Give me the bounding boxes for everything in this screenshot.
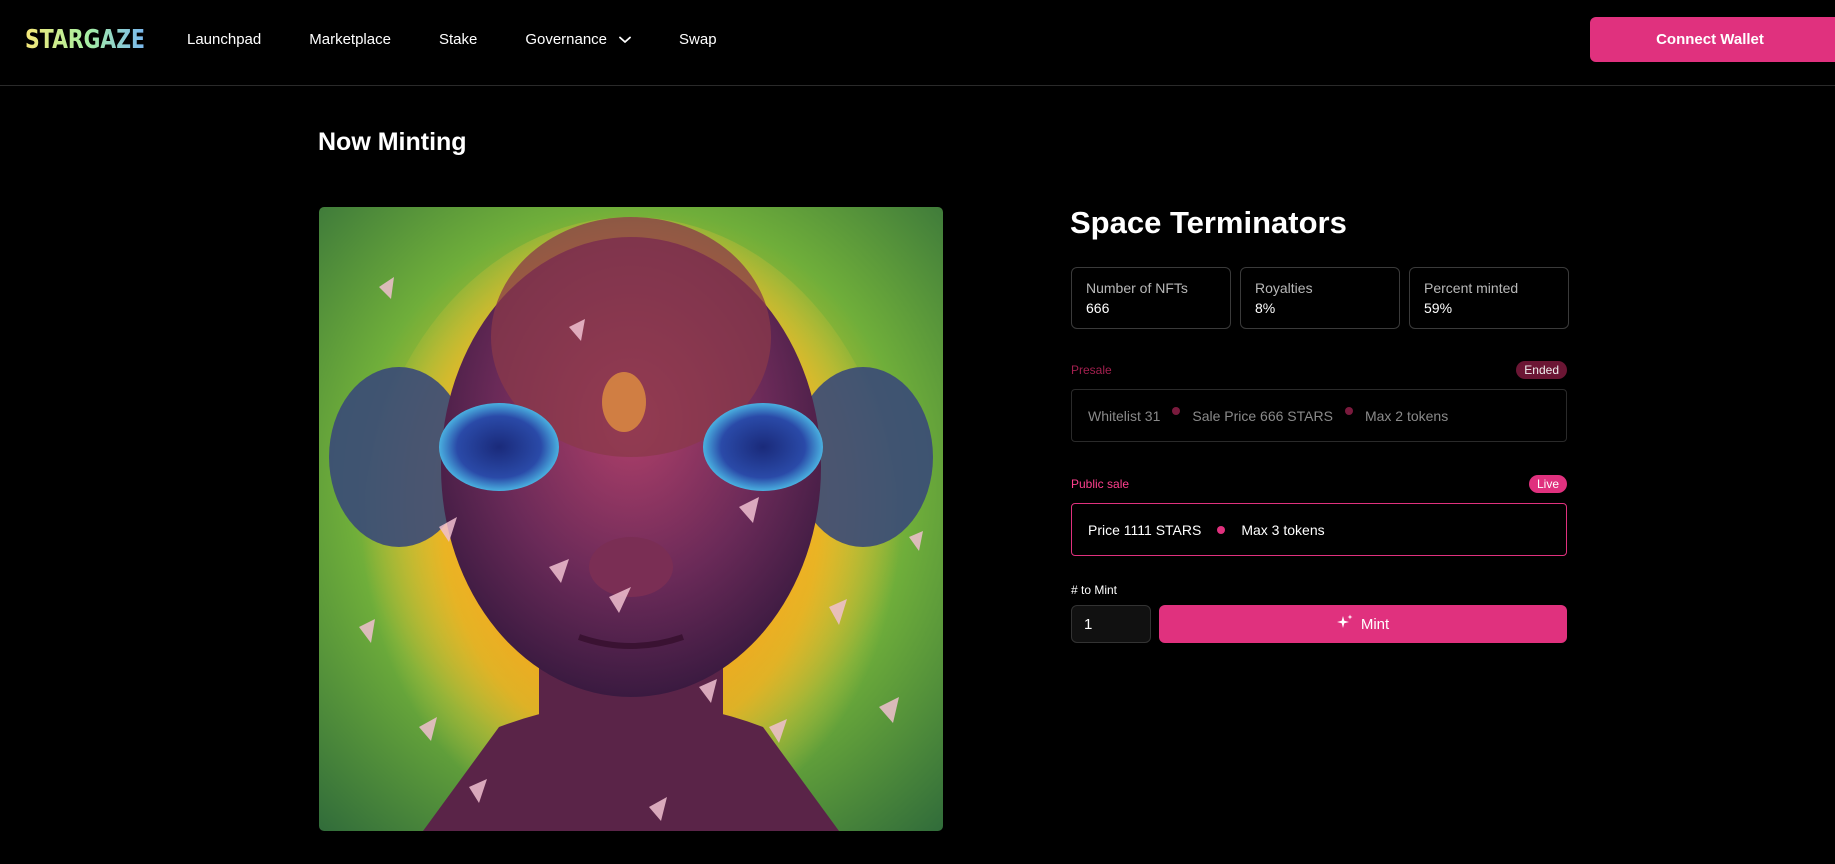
- quantity-label: # to Mint: [1071, 583, 1118, 597]
- separator-dot: [1344, 406, 1353, 415]
- presale-label: Presale: [1071, 363, 1112, 377]
- public-sale-max-tokens: Max 3 tokens: [1241, 521, 1325, 538]
- connect-wallet-button[interactable]: Connect Wallet: [1590, 17, 1835, 62]
- nft-artwork-image: [319, 207, 943, 831]
- nav-swap[interactable]: Swap: [679, 31, 717, 48]
- page-title: Now Minting: [318, 128, 467, 156]
- top-navbar: STARGAZE Launchpad Marketplace Stake Gov…: [0, 0, 1835, 86]
- separator-dot: [1217, 525, 1226, 534]
- nav-launchpad[interactable]: Launchpad: [187, 31, 261, 48]
- chevron-down-icon: [619, 31, 631, 48]
- nav-marketplace[interactable]: Marketplace: [309, 31, 391, 48]
- public-sale-label: Public sale: [1071, 477, 1130, 491]
- collection-stats: Number of NFTs 666 Royalties 8% Percent …: [1071, 267, 1569, 329]
- stat-label: Number of NFTs: [1086, 280, 1188, 296]
- presale-whitelist: Whitelist 31: [1088, 407, 1161, 424]
- nav-label: Swap: [679, 30, 717, 48]
- nav-governance[interactable]: Governance: [525, 31, 631, 48]
- presale-details: Whitelist 31 Sale Price 666 STARS Max 2 …: [1071, 389, 1567, 442]
- stat-royalties: Royalties 8%: [1240, 267, 1400, 329]
- stat-percent-minted: Percent minted 59%: [1409, 267, 1569, 329]
- connect-wallet-label: Connect Wallet: [1656, 31, 1764, 48]
- stat-number-of-nfts: Number of NFTs 666: [1071, 267, 1231, 329]
- public-sale-details: Price 1111 STARS Max 3 tokens: [1071, 503, 1567, 556]
- stat-label: Royalties: [1255, 280, 1313, 296]
- stat-value: 666: [1086, 300, 1110, 316]
- stat-value: 59%: [1424, 300, 1453, 316]
- nav-label: Marketplace: [309, 30, 391, 48]
- presale-max-tokens: Max 2 tokens: [1364, 407, 1449, 424]
- nav-label: Governance: [525, 30, 608, 48]
- nav-label: Stake: [438, 30, 478, 48]
- mint-button-label: Mint: [1360, 615, 1390, 633]
- mint-button[interactable]: Mint: [1159, 605, 1567, 643]
- stat-label: Percent minted: [1424, 280, 1519, 296]
- presale-header: Presale Ended: [1071, 361, 1567, 379]
- main-nav: Launchpad Marketplace Stake Governance S…: [187, 0, 765, 78]
- separator-dot: [1172, 406, 1181, 415]
- sparkles-icon: [1336, 614, 1353, 634]
- presale-sale-price: Sale Price 666 STARS: [1192, 407, 1333, 424]
- collection-title: Space Terminators: [1070, 205, 1347, 240]
- stat-value: 8%: [1255, 300, 1276, 316]
- mint-quantity-input[interactable]: [1071, 605, 1151, 643]
- svg-text:STARGAZE: STARGAZE: [25, 25, 145, 53]
- public-sale-header: Public sale Live: [1071, 475, 1567, 493]
- public-sale-status-badge: Live: [1528, 475, 1567, 493]
- nav-label: Launchpad: [187, 30, 262, 48]
- presale-status-badge: Ended: [1516, 361, 1567, 379]
- stargaze-logo[interactable]: STARGAZE: [25, 22, 147, 54]
- public-sale-price: Price 1111 STARS: [1088, 521, 1202, 538]
- nav-stake[interactable]: Stake: [439, 31, 477, 48]
